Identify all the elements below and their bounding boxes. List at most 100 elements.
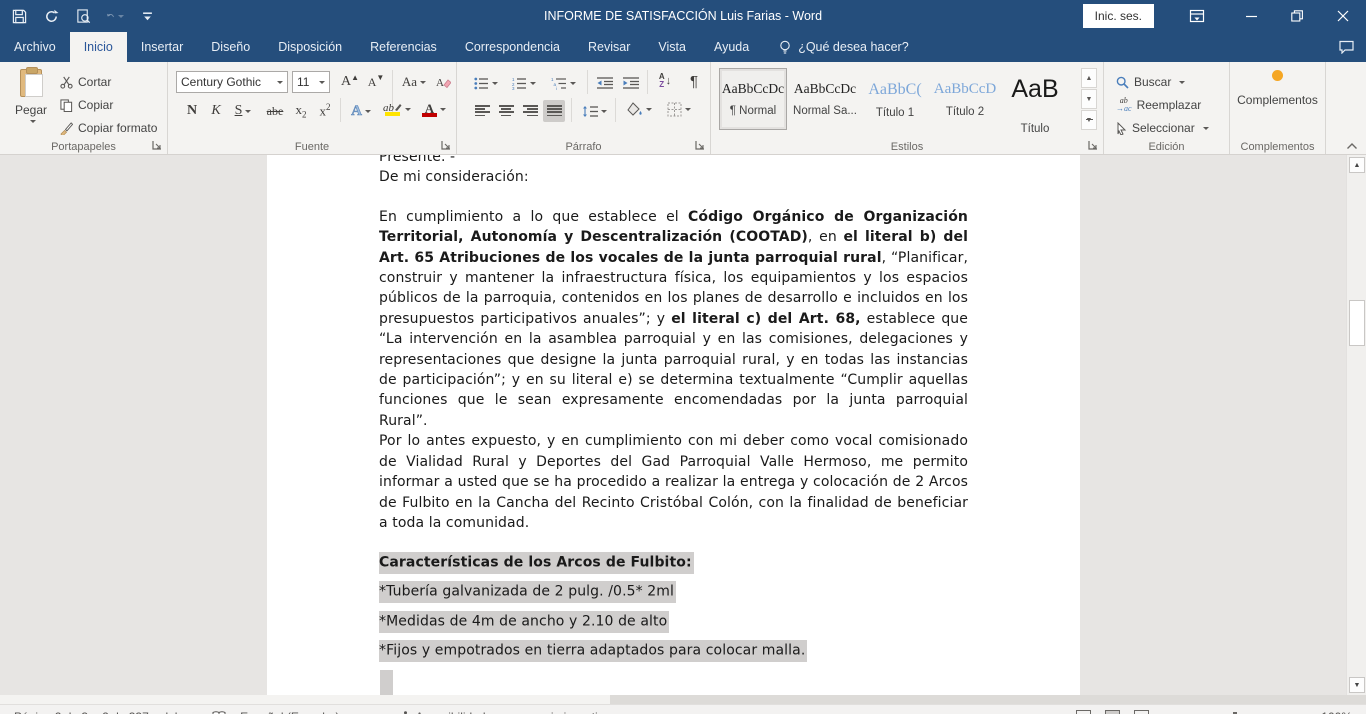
sign-in-button[interactable]: Inic. ses. [1083, 4, 1154, 28]
font-size-combo[interactable]: 11 [292, 71, 330, 93]
styles-scroll-up-icon[interactable]: ▲ [1081, 68, 1097, 88]
redo-icon[interactable] [42, 7, 60, 25]
page-indicator[interactable]: Página 2 de 3 [14, 710, 88, 714]
highlight-color-button[interactable]: ab [380, 98, 414, 120]
scroll-down-icon[interactable]: ▼ [1349, 677, 1365, 693]
numbering-button[interactable]: 123 [509, 72, 539, 94]
tab-correspondencia[interactable]: Correspondencia [451, 32, 574, 62]
paragraph[interactable]: De mi consideración: [379, 167, 968, 187]
feedback-comment-icon[interactable] [1339, 32, 1366, 62]
tab-disposicion[interactable]: Disposición [264, 32, 356, 62]
tab-vista[interactable]: Vista [644, 32, 700, 62]
zoom-out-icon[interactable]: − [1163, 709, 1171, 714]
paragraph-dialog-launcher-icon[interactable] [695, 140, 706, 151]
tab-archivo[interactable]: Archivo [0, 32, 70, 62]
tab-diseno[interactable]: Diseño [197, 32, 264, 62]
paste-button[interactable]: Pegar [8, 67, 54, 139]
strikethrough-button[interactable]: abe [262, 100, 288, 122]
tab-referencias[interactable]: Referencias [356, 32, 451, 62]
vertical-scroll-thumb[interactable] [1349, 300, 1365, 346]
vertical-scrollbar[interactable]: ▲ ▼ [1346, 155, 1366, 695]
styles-gallery-more-icon[interactable]: ▼ [1081, 110, 1097, 130]
show-formatting-marks-button[interactable]: ¶ [683, 70, 705, 92]
minimize-button[interactable] [1228, 0, 1274, 32]
undo-icon[interactable] [106, 7, 124, 25]
align-right-button[interactable] [519, 100, 541, 122]
align-center-button[interactable] [495, 100, 517, 122]
scroll-up-icon[interactable]: ▲ [1349, 157, 1365, 173]
line-spacing-button[interactable] [577, 100, 611, 122]
multilevel-list-button[interactable]: 1ai [547, 72, 579, 94]
tab-insertar[interactable]: Insertar [127, 32, 197, 62]
sort-button[interactable]: AZ ↓ [651, 70, 679, 92]
align-left-button[interactable] [471, 100, 493, 122]
format-painter-button[interactable]: Copiar formato [60, 118, 157, 138]
change-case-button[interactable]: Aa [398, 71, 430, 93]
document-content[interactable]: Presente. -De mi consideración: En cumpli… [267, 155, 1080, 695]
borders-button[interactable] [661, 98, 697, 120]
text-effects-button[interactable]: A [346, 100, 376, 122]
font-dialog-launcher-icon[interactable] [441, 140, 452, 151]
paragraph[interactable]: Por lo antes expuesto, y en cumplimiento… [379, 431, 968, 533]
style-titulo[interactable]: AaB Título [1001, 68, 1069, 130]
shading-button[interactable] [621, 98, 657, 120]
selected-empty-line[interactable] [380, 670, 393, 695]
document-page[interactable]: Presente. -De mi consideración: En cumpli… [267, 155, 1080, 695]
accessibility-status[interactable]: Accesibilidad: es necesario investigar [400, 710, 615, 714]
tab-inicio[interactable]: Inicio [70, 32, 127, 62]
tell-me-box[interactable]: ¿Qué desea hacer? [763, 32, 909, 62]
zoom-level[interactable]: 100% [1321, 710, 1352, 714]
font-name-combo[interactable]: Century Gothic [176, 71, 288, 93]
print-preview-icon[interactable] [74, 7, 92, 25]
subscript-button[interactable]: x2 [290, 100, 312, 122]
style-normal-sa[interactable]: AaBbCcDc Normal Sa... [791, 68, 859, 130]
paragraph[interactable]: Presente. - [379, 155, 968, 167]
cut-button[interactable]: Cortar [60, 72, 111, 92]
zoom-in-icon[interactable]: + [1299, 709, 1307, 714]
underline-button[interactable]: S [228, 100, 258, 122]
language-indicator[interactable]: Español (Ecuador) [240, 710, 339, 714]
style-normal[interactable]: AaBbCcDc ¶ Normal [719, 68, 787, 130]
selected-paragraph[interactable]: *Fijos y empotrados en tierra adaptados … [379, 641, 968, 661]
print-layout-icon[interactable] [1105, 710, 1120, 714]
copy-button[interactable]: Copiar [60, 95, 113, 115]
replace-button[interactable]: ab→ac Reemplazar [1116, 95, 1201, 115]
increase-indent-button[interactable] [619, 72, 643, 94]
decrease-indent-button[interactable] [593, 72, 617, 94]
restore-button[interactable] [1274, 0, 1320, 32]
selected-paragraph[interactable]: *Medidas de 4m de ancho y 2.10 de alto [379, 611, 968, 631]
close-button[interactable] [1320, 0, 1366, 32]
style-titulo-2[interactable]: AaBbCcD Título 2 [931, 68, 999, 130]
bullets-button[interactable] [471, 72, 501, 94]
paragraph[interactable]: En cumplimiento a lo que establece el Có… [379, 207, 968, 431]
save-icon[interactable] [10, 7, 28, 25]
ribbon-display-options-icon[interactable] [1182, 0, 1212, 32]
justify-button[interactable] [543, 100, 565, 122]
styles-scroll-down-icon[interactable]: ▼ [1081, 89, 1097, 109]
web-layout-icon[interactable] [1134, 710, 1149, 714]
grow-font-button[interactable]: A▲ [338, 71, 362, 93]
selected-paragraph[interactable]: *Tubería galvanizada de 2 pulg. /0.5* 2m… [379, 582, 968, 602]
styles-dialog-launcher-icon[interactable] [1088, 140, 1099, 151]
collapse-ribbon-icon[interactable] [1346, 142, 1358, 150]
horizontal-scroll-thumb[interactable] [0, 695, 610, 704]
font-color-button[interactable]: A [418, 98, 450, 120]
horizontal-scrollbar[interactable] [0, 695, 1366, 704]
word-count[interactable]: 2 de 337 palabras [102, 710, 198, 714]
customize-quick-access-icon[interactable] [138, 7, 156, 25]
find-button[interactable]: Buscar [1116, 72, 1185, 92]
proofing-icon[interactable] [212, 711, 226, 714]
clear-formatting-button[interactable]: A [432, 71, 454, 93]
select-button[interactable]: Seleccionar [1116, 118, 1209, 138]
shrink-font-button[interactable]: A▼ [364, 71, 388, 93]
bold-button[interactable]: N [182, 100, 202, 122]
tab-ayuda[interactable]: Ayuda [700, 32, 763, 62]
superscript-button[interactable]: x2 [314, 100, 336, 122]
style-titulo-1[interactable]: AaBbC( Título 1 [861, 68, 929, 130]
clipboard-dialog-launcher-icon[interactable] [152, 140, 163, 151]
tab-revisar[interactable]: Revisar [574, 32, 644, 62]
addins-button[interactable]: Complementos [1230, 70, 1325, 107]
italic-button[interactable]: K [206, 100, 226, 122]
selected-paragraph[interactable]: Características de los Arcos de Fulbito: [379, 552, 968, 572]
read-mode-icon[interactable] [1076, 710, 1091, 714]
